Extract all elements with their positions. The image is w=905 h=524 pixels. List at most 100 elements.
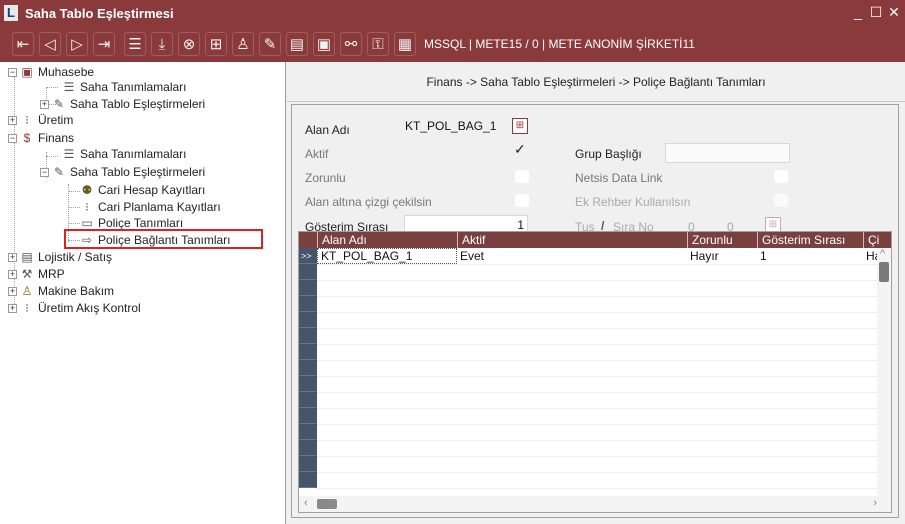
tree-item-makine[interactable]: + ♙ Makine Bakım	[8, 283, 114, 299]
lock-icon[interactable]: ⚿	[367, 32, 389, 56]
grup-basligi-field[interactable]	[665, 143, 790, 163]
tree-item-label: Cari Hesap Kayıtları	[98, 183, 206, 197]
ek-rehber-checkbox[interactable]	[774, 194, 788, 207]
row-divider	[317, 376, 879, 377]
title-bar: L Saha Tablo Eşleştirmesi _ ☐ ✕	[0, 0, 905, 26]
row-divider	[317, 408, 879, 409]
expand-icon[interactable]: +	[8, 252, 17, 262]
scroll-up-icon[interactable]: ^	[880, 248, 885, 260]
row-divider	[317, 392, 879, 393]
expand-icon[interactable]: +	[40, 99, 49, 109]
tree-item-muhasebe[interactable]: − ▣ Muhasebe	[8, 64, 94, 80]
scroll-right-icon[interactable]: ›	[873, 497, 877, 509]
tree-item-uretim-akis[interactable]: + ⁝ Üretim Akış Kontrol	[8, 300, 141, 316]
tree-item-cari-planlama[interactable]: ⁝ Cari Planlama Kayıtları	[80, 199, 221, 215]
tree-item-fin-saha-tanim[interactable]: ☰ Saha Tanımlamaları	[62, 146, 187, 162]
row-divider	[317, 488, 879, 489]
expand-icon[interactable]: +	[8, 115, 17, 125]
row-indicator-empty	[299, 472, 317, 488]
row-indicator-empty	[299, 456, 317, 472]
alan-adi-field[interactable]: KT_POL_BAG_1	[402, 117, 508, 137]
scroll-left-icon[interactable]: ‹	[304, 497, 308, 509]
toolbar: ⇤ ◁ ▷ ⇥ ☰ ⤓ ⊗ ⊞ ♙ ✎ ▤ ▣ ⚯ ⚿ ▦ MSSQL | ME…	[0, 26, 905, 62]
column-header-aktif[interactable]: Aktif	[457, 232, 687, 248]
cell-aktif[interactable]: Evet	[457, 248, 687, 264]
tree-item-label: Muhasebe	[38, 65, 95, 79]
tree-item-muh-saha-eslestir[interactable]: + ✎ Saha Tablo Eşleştirmeleri	[40, 96, 205, 112]
breadcrumb: Finans -> Saha Tablo Eşleştirmeleri -> P…	[287, 62, 905, 102]
log-icon[interactable]: ▤	[286, 32, 308, 56]
zorunlu-checkbox[interactable]	[515, 170, 529, 183]
tree-item-finans[interactable]: − $ Finans	[8, 130, 74, 146]
next-record-icon[interactable]: ▷	[66, 32, 88, 56]
excel-icon[interactable]: ▦	[394, 32, 416, 56]
tree-item-label: Finans	[38, 131, 75, 145]
column-header-alan-adi[interactable]: Alan Adı	[317, 232, 457, 248]
cell-alan-adi[interactable]: KT_POL_BAG_1	[317, 248, 457, 264]
vertical-scrollbar[interactable]: ^	[877, 248, 891, 498]
netsis-checkbox[interactable]	[774, 170, 788, 183]
tree-item-muh-saha-tanim[interactable]: ☰ Saha Tanımlamaları	[62, 79, 187, 95]
tree-item-lojistik[interactable]: + ▤ Lojistik / Satış	[8, 249, 112, 265]
minimize-button[interactable]: _	[851, 3, 865, 21]
column-header-extra[interactable]: Çi	[863, 232, 879, 248]
people-icon: ⚉	[81, 183, 93, 197]
save-icon[interactable]: ⤓	[151, 32, 173, 56]
alan-alti-label: Alan altına çizgi çekilsin	[305, 195, 432, 209]
row-divider	[317, 328, 879, 329]
expand-icon[interactable]: +	[8, 286, 17, 296]
cell-gosterim[interactable]: 1	[757, 248, 863, 264]
policy-icon: ▭	[81, 216, 93, 230]
currency-icon: $	[23, 131, 31, 145]
column-header-gosterim[interactable]: Gösterim Sırası	[757, 232, 863, 248]
alan-alti-checkbox[interactable]	[515, 194, 529, 207]
user-icon[interactable]: ♙	[232, 32, 254, 56]
edit-icon[interactable]: ✎	[259, 32, 281, 56]
row-divider	[317, 344, 879, 345]
flow-icon: ⁝	[25, 301, 29, 315]
list-icon[interactable]: ☰	[124, 32, 146, 56]
maximize-button[interactable]: ☐	[869, 3, 883, 21]
row-indicator-empty	[299, 408, 317, 424]
column-header-zorunlu[interactable]: Zorunlu	[687, 232, 757, 248]
row-divider	[317, 456, 879, 457]
last-record-icon[interactable]: ⇥	[93, 32, 115, 56]
vertical-scroll-thumb[interactable]	[879, 262, 889, 282]
delete-icon[interactable]: ⊗	[178, 32, 200, 56]
zorunlu-label: Zorunlu	[305, 171, 346, 185]
link-icon[interactable]: ⚯	[340, 32, 362, 56]
grid-header: Alan Adı Aktif Zorunlu Gösterim Sırası Ç…	[299, 232, 891, 248]
new-record-icon[interactable]: ⊞	[205, 32, 227, 56]
collapse-icon[interactable]: −	[40, 167, 49, 177]
production-icon: ⁝	[25, 113, 29, 127]
row-indicator-empty	[299, 328, 317, 344]
expand-icon[interactable]: +	[8, 269, 17, 279]
aktif-checkbox[interactable]: ✓	[514, 141, 526, 158]
collapse-icon[interactable]: −	[8, 67, 17, 77]
horizontal-scroll-thumb[interactable]	[317, 499, 337, 509]
expand-icon[interactable]: +	[8, 303, 17, 313]
horizontal-scrollbar[interactable]: ‹ ›	[299, 496, 891, 512]
collapse-icon[interactable]: −	[8, 133, 17, 143]
row-indicator-empty	[299, 264, 317, 280]
window-title: Saha Tablo Eşleştirmesi	[25, 5, 174, 21]
report-icon[interactable]: ▣	[313, 32, 335, 56]
tree-item-cari-hesap[interactable]: ⚉ Cari Hesap Kayıtları	[80, 182, 206, 198]
first-record-icon[interactable]: ⇤	[12, 32, 34, 56]
row-divider	[317, 360, 879, 361]
close-button[interactable]: ✕	[887, 3, 901, 21]
row-indicator-empty	[299, 376, 317, 392]
previous-record-icon[interactable]: ◁	[39, 32, 61, 56]
tree-item-uretim[interactable]: + ⁝ Üretim	[8, 112, 73, 128]
cell-zorunlu[interactable]: Hayır	[687, 248, 757, 264]
row-indicator-empty	[299, 312, 317, 328]
tree-item-label: Saha Tanımlamaları	[80, 147, 187, 161]
tree-item-fin-saha-eslestir[interactable]: − ✎ Saha Tablo Eşleştirmeleri	[40, 164, 205, 180]
logistics-icon: ▤	[21, 250, 33, 264]
connection-info: MSSQL | METE15 / 0 | METE ANONİM ŞİRKETİ…	[424, 37, 695, 51]
row-indicator-empty	[299, 280, 317, 296]
tree-item-label: Poliçe Tanımları	[98, 216, 184, 230]
lookup-icon[interactable]: ⊞	[512, 118, 528, 134]
tree-item-mrp[interactable]: + ⚒ MRP	[8, 266, 65, 282]
row-indicator[interactable]: >>	[299, 248, 317, 264]
